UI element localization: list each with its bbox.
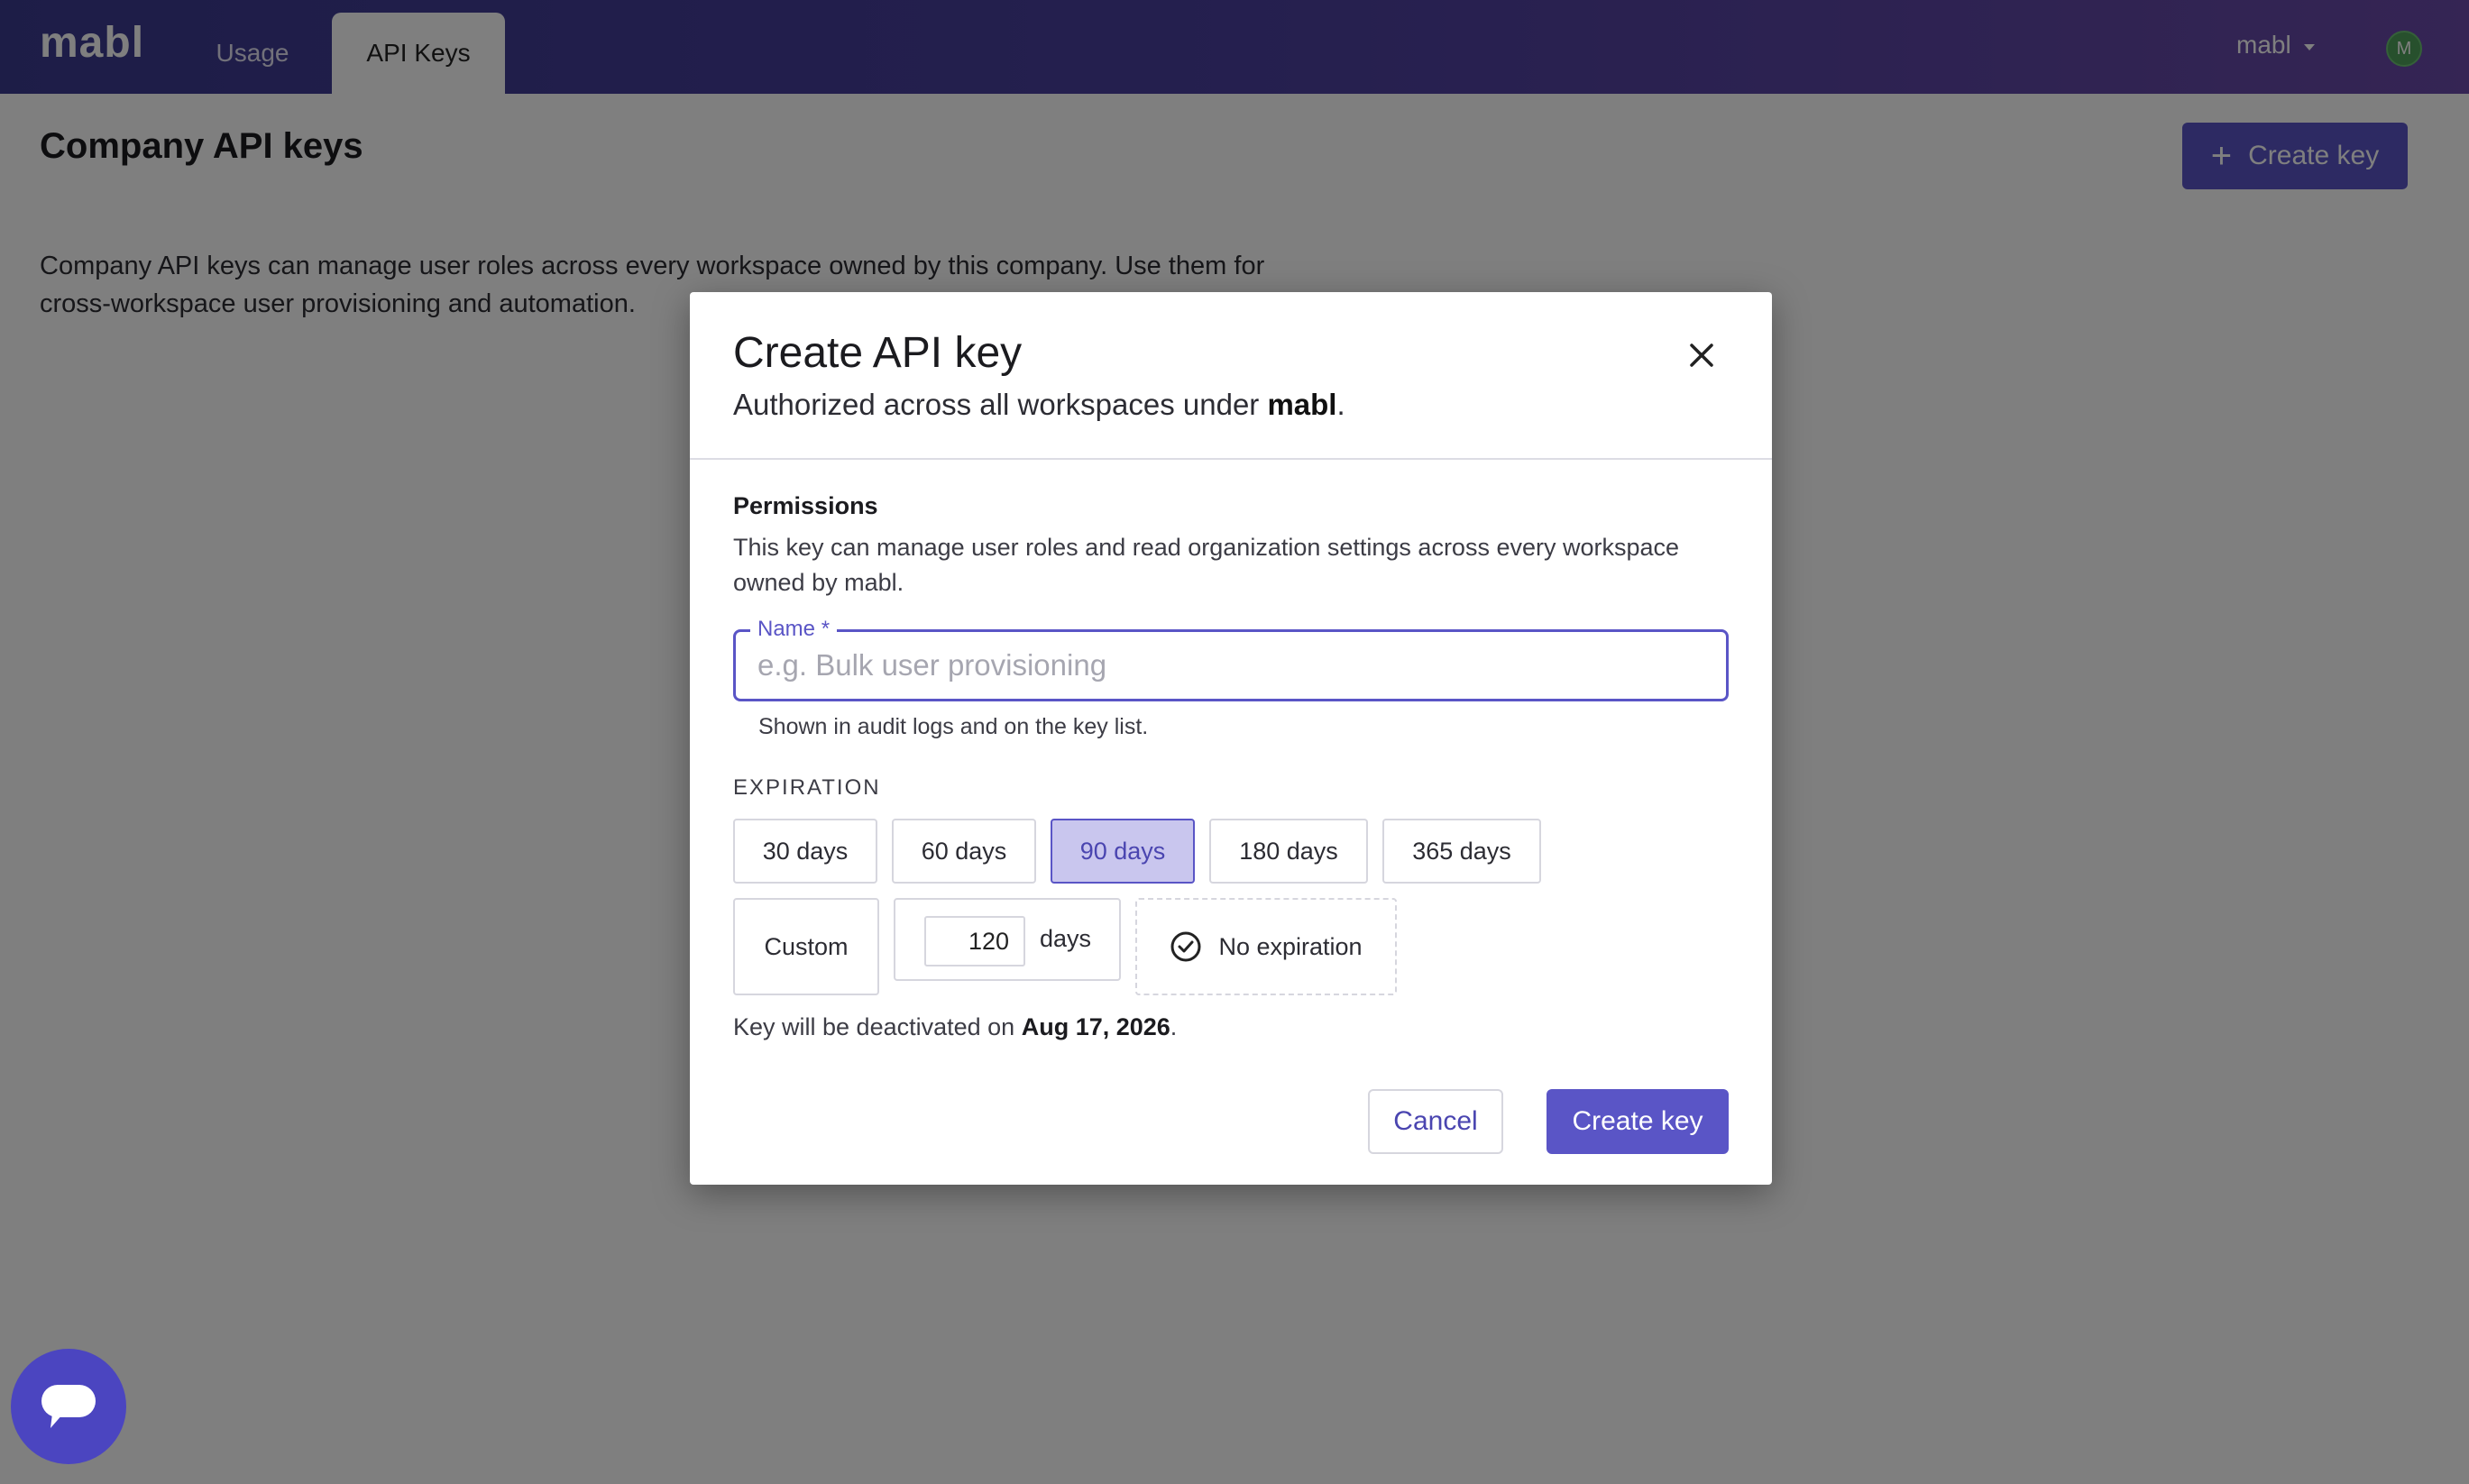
name-field[interactable]: Name * — [733, 617, 1729, 701]
no-expiration-option[interactable]: No expiration — [1135, 898, 1397, 995]
deactivation-date: Aug 17, 2026 — [1021, 1013, 1170, 1040]
expiration-heading: EXPIRATION — [733, 775, 881, 800]
no-expiration-label: No expiration — [1218, 932, 1363, 960]
expiration-option-custom[interactable]: Custom — [733, 898, 879, 995]
chat-support-button[interactable] — [11, 1349, 126, 1464]
create-key-submit-button[interactable]: Create key — [1547, 1089, 1729, 1154]
custom-days-input[interactable] — [924, 916, 1025, 966]
dialog-subtitle: Authorized across all workspaces under m… — [733, 388, 1345, 421]
expiration-option-60-days[interactable]: 60 days — [892, 819, 1036, 884]
org-name: mabl — [1267, 388, 1337, 421]
custom-days-unit: days — [1040, 925, 1092, 952]
deactivation-note: Key will be deactivated on Aug 17, 2026. — [733, 1013, 1178, 1040]
name-helper-text: Shown in audit logs and on the key list. — [758, 714, 1149, 739]
create-api-key-dialog: Create API key Authorized across all wor… — [690, 292, 1772, 1185]
permissions-heading: Permissions — [733, 492, 878, 519]
close-button[interactable] — [1682, 335, 1721, 375]
cancel-button[interactable]: Cancel — [1368, 1089, 1503, 1154]
dialog-title: Create API key — [733, 329, 1023, 377]
divider — [690, 458, 1772, 460]
expiration-option-180-days[interactable]: 180 days — [1209, 819, 1368, 884]
expiration-option-90-days[interactable]: 90 days — [1051, 819, 1195, 884]
check-circle-icon — [1170, 931, 1201, 962]
name-input[interactable] — [757, 632, 1704, 699]
permissions-description: This key can manage user roles and read … — [733, 534, 1680, 596]
expiration-option-365-days[interactable]: 365 days — [1382, 819, 1541, 884]
close-icon — [1690, 344, 1713, 367]
custom-days-group: days — [894, 898, 1121, 981]
chat-bubble-icon — [41, 1385, 96, 1428]
expiration-option-30-days[interactable]: 30 days — [733, 819, 877, 884]
